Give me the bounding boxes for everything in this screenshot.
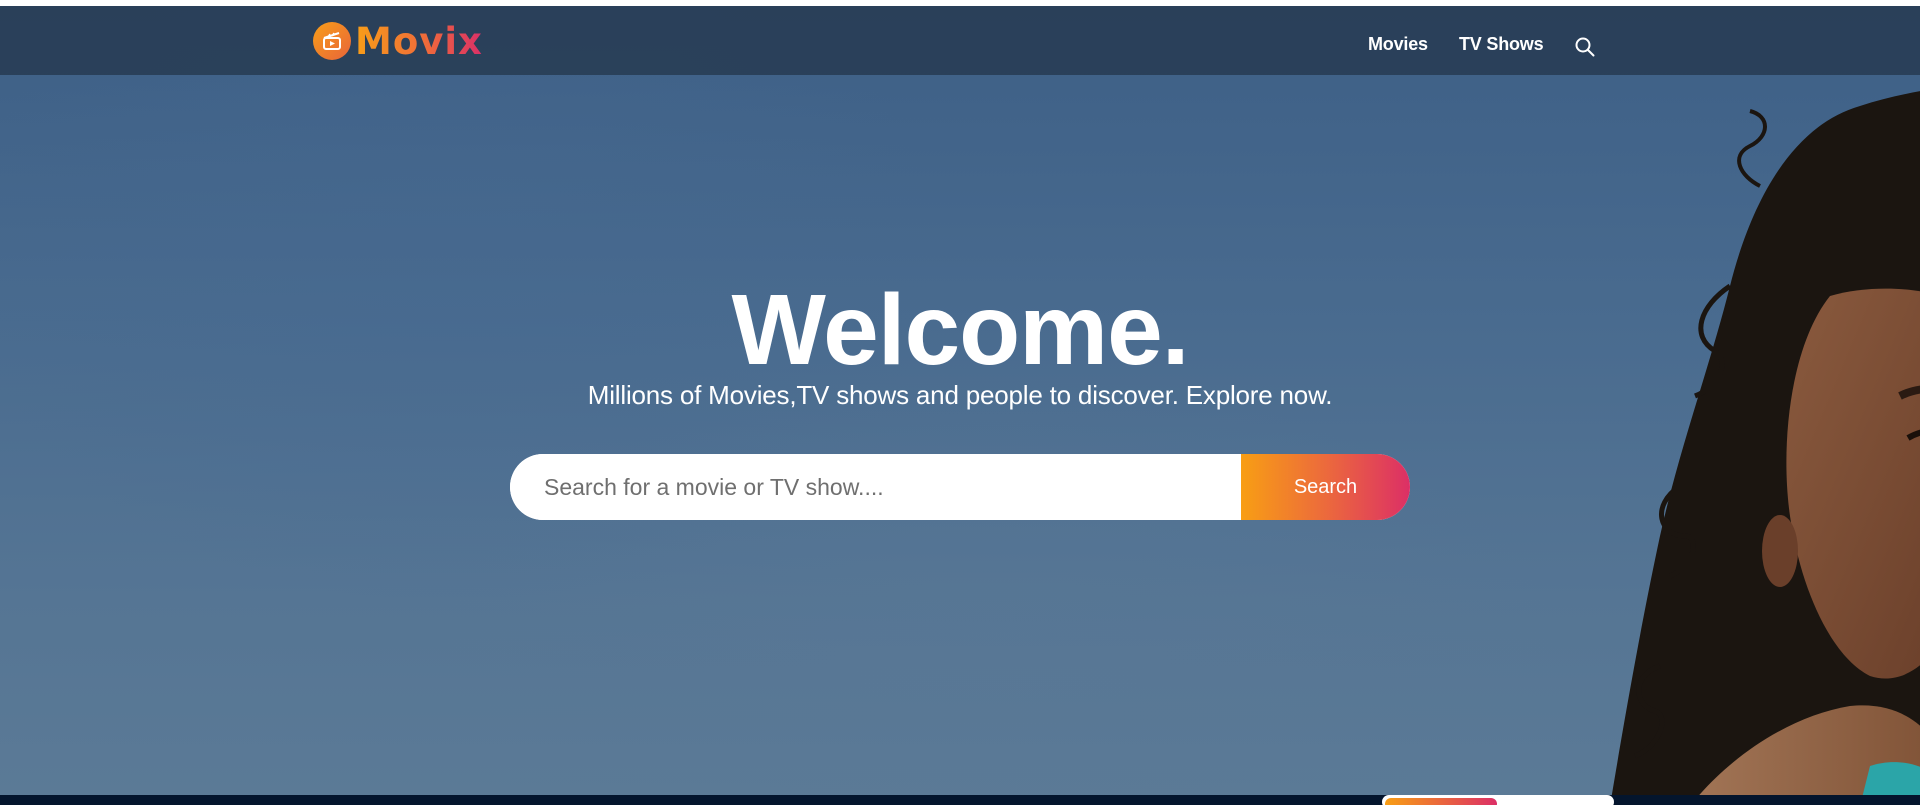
switch-tabs[interactable]: [1382, 795, 1614, 805]
hero-search-bar: Search: [510, 454, 1410, 520]
hero-subtitle: Millions of Movies,TV shows and people t…: [587, 380, 1333, 410]
hero-title: Welcome.: [731, 274, 1190, 386]
brand-name: Movix: [355, 19, 483, 63]
section-background: [0, 795, 1920, 805]
nav-link-movies[interactable]: Movies: [1368, 34, 1428, 55]
hero-background-figure: [1611, 91, 1920, 795]
site-header: Movix Movies TV Shows: [0, 6, 1920, 75]
search-icon[interactable]: [1574, 36, 1596, 58]
search-button[interactable]: Search: [1241, 454, 1410, 520]
nav-link-tv-shows[interactable]: TV Shows: [1459, 34, 1544, 55]
switch-tab-active[interactable]: [1385, 798, 1497, 805]
search-input[interactable]: [510, 454, 1241, 520]
brand-logo[interactable]: Movix: [313, 19, 483, 63]
clapperboard-icon: [313, 22, 351, 60]
